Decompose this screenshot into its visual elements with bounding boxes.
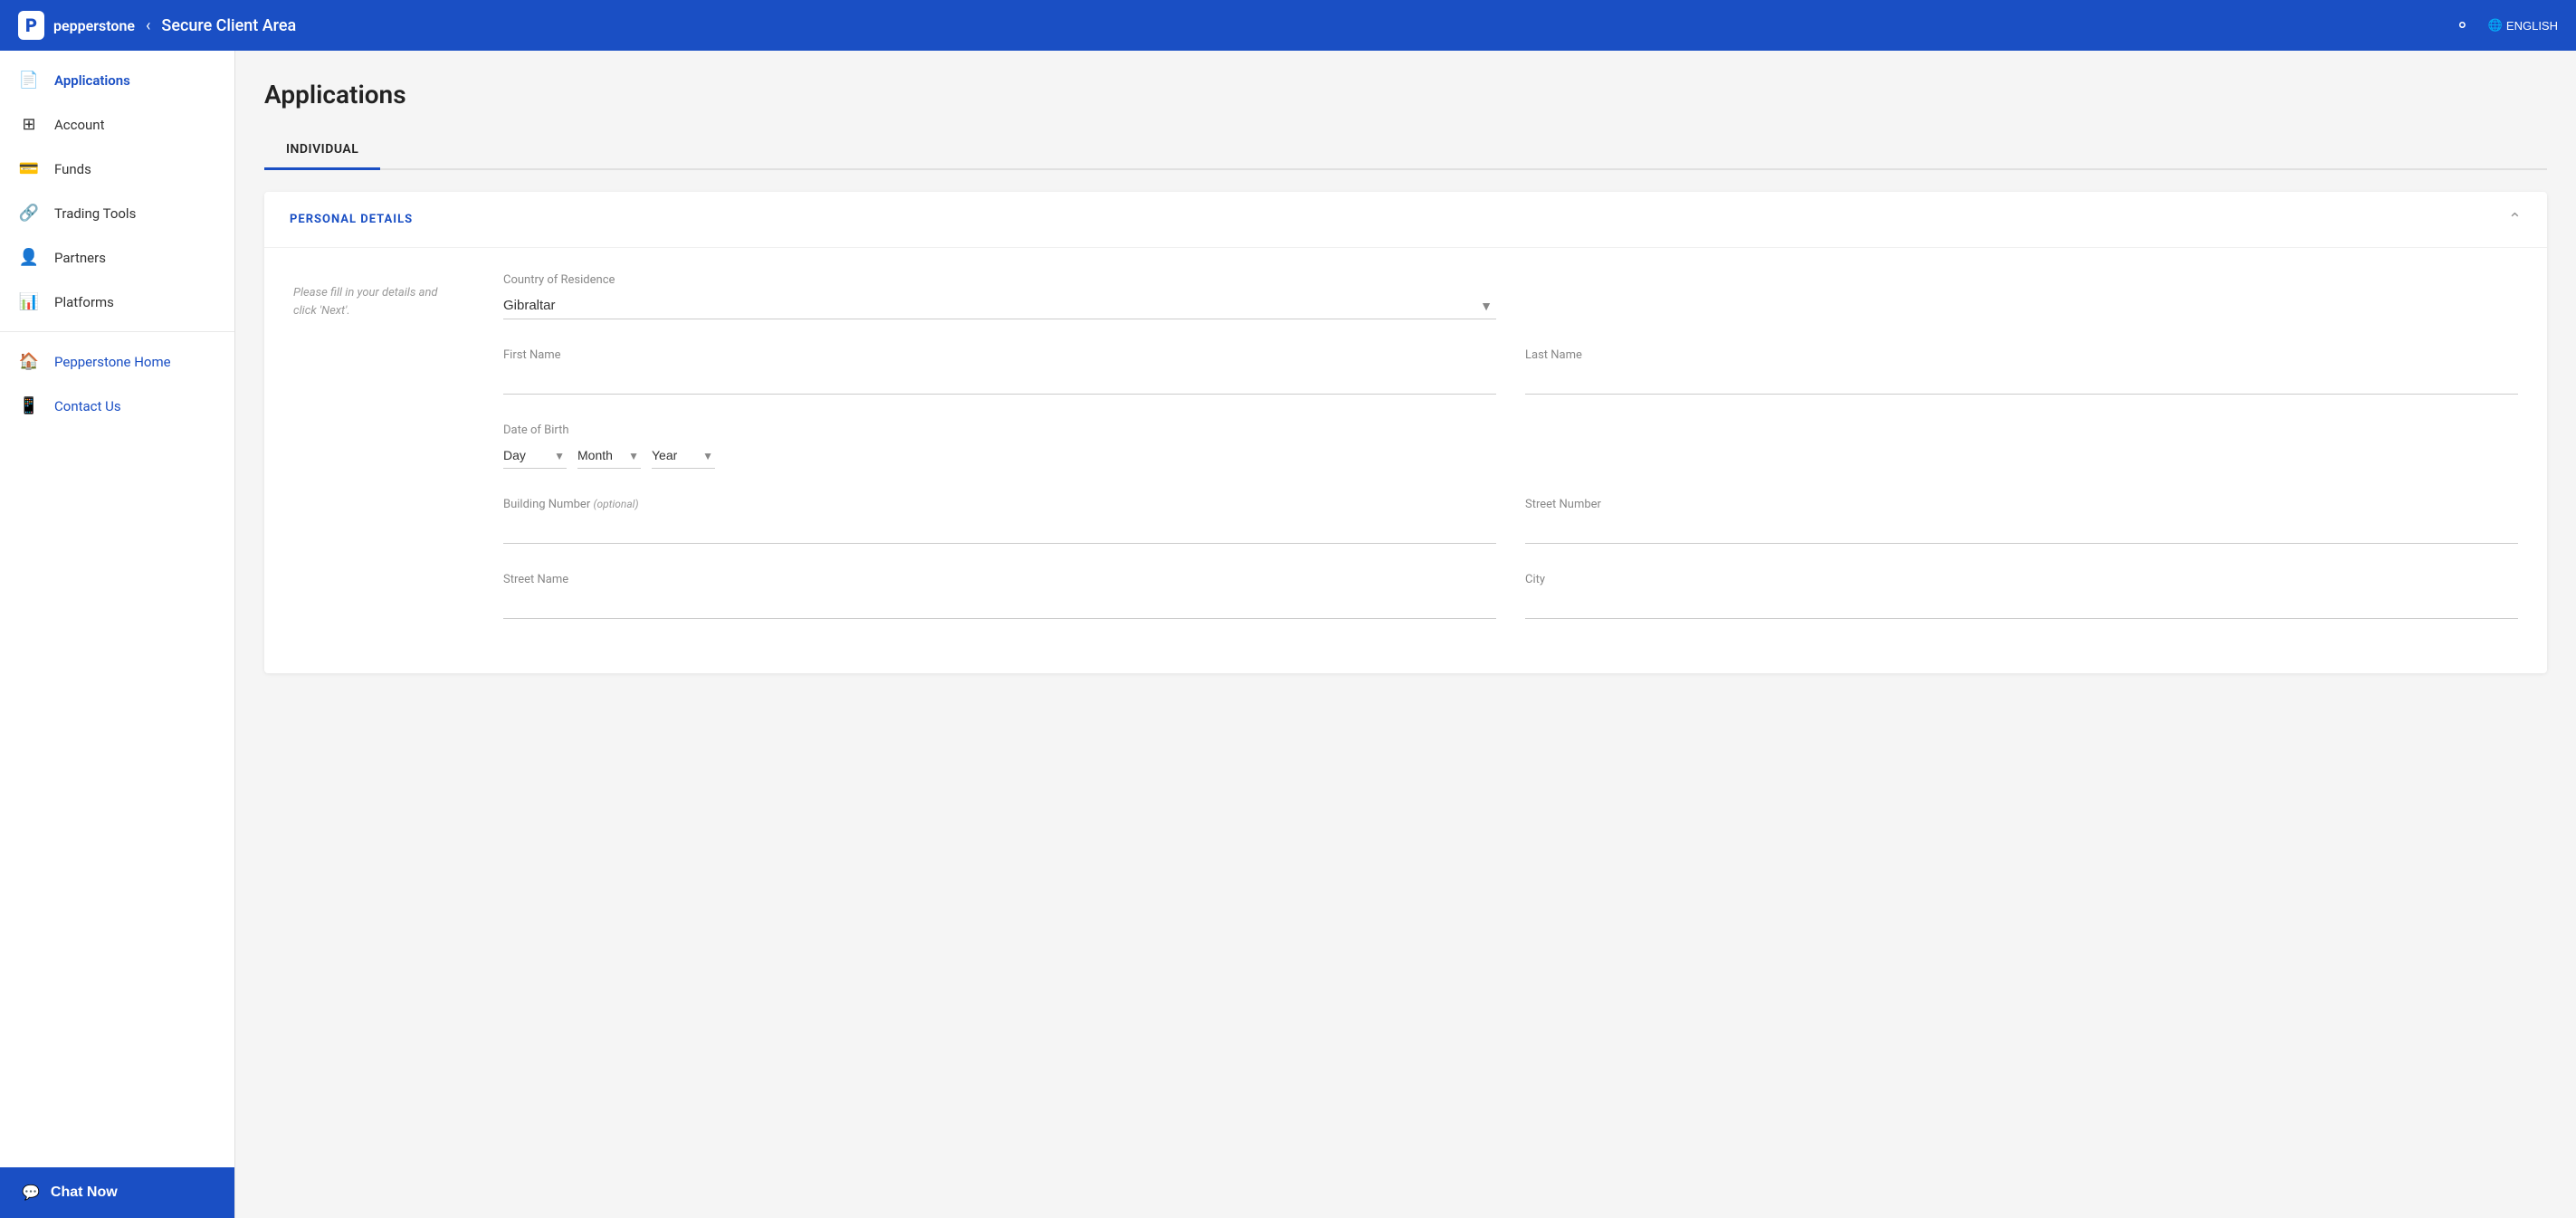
chat-now-button[interactable]: 💬 Chat Now xyxy=(0,1167,234,1218)
language-button[interactable]: 🌐 ENGLISH xyxy=(2488,18,2558,33)
last-name-input[interactable] xyxy=(1525,367,2518,395)
applications-card: PERSONAL DETAILS ⌃ Please fill in your d… xyxy=(264,192,2547,673)
building-number-label: Building Number (optional) xyxy=(503,498,1496,511)
country-label: Country of Residence xyxy=(503,273,1496,287)
name-row: First Name Last Name xyxy=(293,348,2518,395)
building-row: Building Number (optional) Street Number xyxy=(293,498,2518,544)
globe-icon: 🌐 xyxy=(2488,18,2503,33)
sidebar-bottom: 💬 Chat Now xyxy=(0,1167,234,1218)
user-icon[interactable]: ⚬ xyxy=(2455,14,2470,36)
dob-day-wrap: Day ▼ xyxy=(503,442,567,469)
home-icon: 🏠 xyxy=(18,352,40,371)
sidebar-label-platforms: Platforms xyxy=(54,294,114,310)
dob-label: Date of Birth xyxy=(503,423,1496,437)
first-name-input[interactable] xyxy=(503,367,1496,395)
tabs: INDIVIDUAL xyxy=(264,131,2547,170)
header-right: ⚬ 🌐 ENGLISH xyxy=(2455,14,2558,36)
dob-group: Date of Birth Day ▼ Month xyxy=(503,423,1496,469)
card-header: PERSONAL DETAILS ⌃ xyxy=(264,192,2547,248)
sidebar-nav: 📄 Applications ⊞ Account 💳 Funds 🔗 Tradi… xyxy=(0,51,234,1167)
dob-selects: Day ▼ Month ▼ xyxy=(503,442,1496,469)
country-select[interactable]: Gibraltar United Kingdom Australia New Z… xyxy=(503,292,1496,319)
trading-tools-icon: 🔗 xyxy=(18,204,40,223)
header-title: Secure Client Area xyxy=(161,16,296,35)
street-city-row: Street Name City xyxy=(293,573,2518,619)
first-name-group: First Name xyxy=(503,348,1496,395)
sidebar-item-applications[interactable]: 📄 Applications xyxy=(0,58,234,102)
chat-label: Chat Now xyxy=(51,1185,118,1201)
sidebar-label-contact-us: Contact Us xyxy=(54,398,121,414)
sidebar-item-funds[interactable]: 💳 Funds xyxy=(0,147,234,191)
logo-name: pepperstone xyxy=(53,17,135,34)
logo-area: P pepperstone xyxy=(18,11,135,40)
funds-icon: 💳 xyxy=(18,159,40,178)
dob-year-wrap: Year ▼ xyxy=(652,442,715,469)
dob-day-select[interactable]: Day xyxy=(503,442,567,469)
sidebar-label-applications: Applications xyxy=(54,72,130,89)
sidebar-label-pepperstone-home: Pepperstone Home xyxy=(54,354,171,370)
main-content: Applications INDIVIDUAL PERSONAL DETAILS… xyxy=(235,51,2576,1218)
form-note: Please fill in your details and click 'N… xyxy=(293,284,456,319)
sidebar-label-trading-tools: Trading Tools xyxy=(54,205,136,222)
platforms-icon: 📊 xyxy=(18,292,40,311)
sidebar-item-pepperstone-home[interactable]: 🏠 Pepperstone Home xyxy=(0,339,234,384)
building-number-group: Building Number (optional) xyxy=(503,498,1496,544)
sidebar-label-partners: Partners xyxy=(54,250,106,266)
street-number-group: Street Number xyxy=(1525,498,2518,544)
language-label: ENGLISH xyxy=(2506,19,2558,33)
first-name-label: First Name xyxy=(503,348,1496,362)
street-name-group: Street Name xyxy=(503,573,1496,619)
sidebar-item-partners[interactable]: 👤 Partners xyxy=(0,235,234,280)
street-name-label: Street Name xyxy=(503,573,1496,586)
sidebar-item-platforms[interactable]: 📊 Platforms xyxy=(0,280,234,324)
dob-year-select[interactable]: Year xyxy=(652,442,715,469)
page-title: Applications xyxy=(264,80,2547,109)
sidebar-item-trading-tools[interactable]: 🔗 Trading Tools xyxy=(0,191,234,235)
card-body: Please fill in your details and click 'N… xyxy=(264,248,2547,673)
sidebar-item-contact-us[interactable]: 📱 Contact Us xyxy=(0,384,234,428)
chat-icon: 💬 xyxy=(22,1184,40,1202)
sidebar-divider xyxy=(0,331,234,332)
country-row: Please fill in your details and click 'N… xyxy=(293,273,2518,319)
sidebar: 📄 Applications ⊞ Account 💳 Funds 🔗 Tradi… xyxy=(0,51,235,1218)
partners-icon: 👤 xyxy=(18,248,40,267)
sidebar-item-account[interactable]: ⊞ Account xyxy=(0,102,234,147)
last-name-label: Last Name xyxy=(1525,348,2518,362)
dob-month-select[interactable]: Month xyxy=(577,442,641,469)
dob-row: Date of Birth Day ▼ Month xyxy=(293,423,2518,469)
tab-individual[interactable]: INDIVIDUAL xyxy=(264,131,380,170)
contact-icon: 📱 xyxy=(18,396,40,415)
back-button[interactable]: ‹ xyxy=(146,16,150,35)
street-number-input[interactable] xyxy=(1525,517,2518,544)
sidebar-label-account: Account xyxy=(54,117,105,133)
last-name-group: Last Name xyxy=(1525,348,2518,395)
street-number-label: Street Number xyxy=(1525,498,2518,511)
top-header: P pepperstone ‹ Secure Client Area ⚬ 🌐 E… xyxy=(0,0,2576,51)
main-layout: 📄 Applications ⊞ Account 💳 Funds 🔗 Tradi… xyxy=(0,51,2576,1218)
logo-box: P xyxy=(18,11,44,40)
building-number-input[interactable] xyxy=(503,517,1496,544)
applications-icon: 📄 xyxy=(18,71,40,90)
country-select-wrapper: Gibraltar United Kingdom Australia New Z… xyxy=(503,292,1496,319)
account-icon: ⊞ xyxy=(18,115,40,134)
logo-letter: P xyxy=(25,14,37,36)
building-optional-label: (optional) xyxy=(593,498,638,510)
sidebar-label-funds: Funds xyxy=(54,161,91,177)
street-name-input[interactable] xyxy=(503,592,1496,619)
city-label: City xyxy=(1525,573,2518,586)
dob-month-wrap: Month ▼ xyxy=(577,442,641,469)
collapse-button[interactable]: ⌃ xyxy=(2508,210,2522,229)
city-input[interactable] xyxy=(1525,592,2518,619)
section-title: PERSONAL DETAILS xyxy=(290,213,413,226)
country-group: Country of Residence Gibraltar United Ki… xyxy=(503,273,1496,319)
city-group: City xyxy=(1525,573,2518,619)
